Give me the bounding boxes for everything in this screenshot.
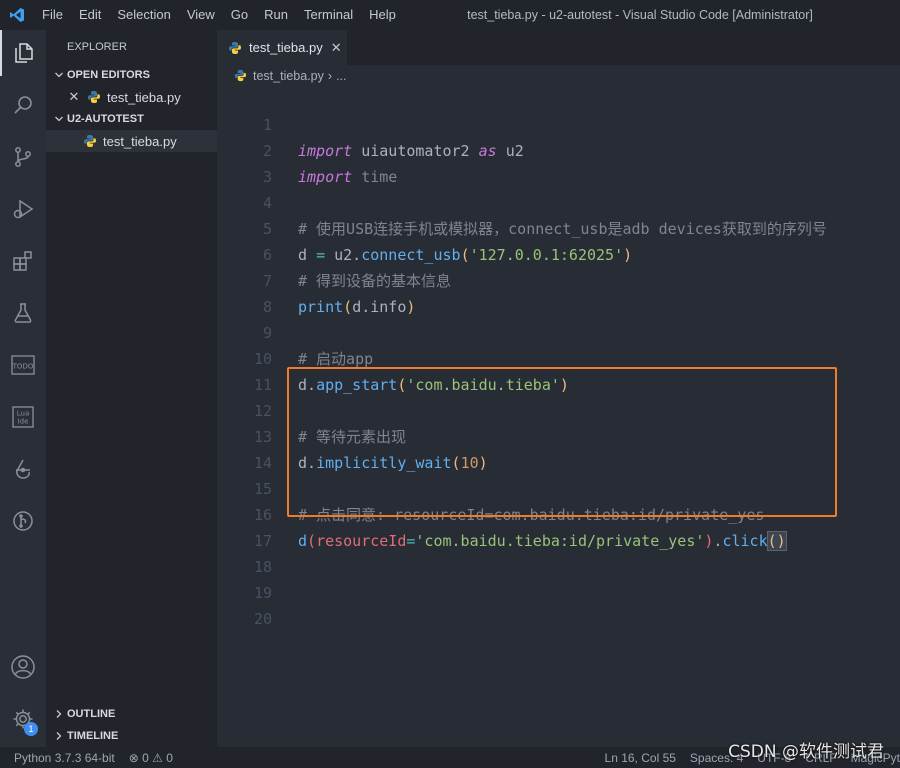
code-line: 6 # 得到设备的基本信息: [217, 216, 900, 290]
code-line: 14: [217, 424, 900, 472]
code-line: 8: [217, 268, 900, 316]
activity-bar: TODO Lua Ide 1: [0, 30, 46, 747]
warning-count: 0: [166, 750, 173, 765]
tab-close-icon[interactable]: ✕: [331, 40, 342, 56]
open-editor-item[interactable]: ✕ test_tieba.py: [46, 86, 217, 108]
python-file-icon: [233, 69, 247, 83]
code-line: 12 # 等待元素出现: [217, 372, 900, 446]
breadcrumb-separator-icon: ›: [327, 68, 333, 83]
svg-text:Ide: Ide: [18, 418, 29, 426]
code-line: 16 d(resourceId='com.baidu.tieba:id/priv…: [217, 476, 900, 551]
outline-label: OUTLINE: [67, 708, 116, 720]
explorer-icon[interactable]: [0, 30, 46, 76]
extensions-icon[interactable]: [0, 238, 46, 284]
menu-selection[interactable]: Selection: [109, 0, 178, 30]
tab-bar: test_tieba.py ✕: [217, 30, 900, 65]
outline-header[interactable]: OUTLINE: [46, 703, 217, 725]
sidebar-title: EXPLORER: [67, 41, 127, 53]
warning-icon: ⚠: [152, 750, 163, 765]
menu-file[interactable]: File: [34, 0, 71, 30]
code-line: 3: [217, 138, 900, 186]
code-editor[interactable]: test_tieba.py › ... 1 import uiautomator…: [217, 65, 900, 747]
breadcrumb: test_tieba.py › ...: [217, 65, 900, 86]
line-number: 20: [253, 610, 272, 628]
menu-bar: File Edit Selection View Go Run Terminal…: [34, 0, 404, 30]
menu-go[interactable]: Go: [223, 0, 256, 30]
code-line: 10 d.app_start('com.baidu.tieba'): [217, 320, 900, 394]
gitlens-icon[interactable]: [0, 498, 46, 544]
open-editors-label: OPEN EDITORS: [67, 69, 150, 81]
code-line: 9 # 启动app: [217, 294, 900, 368]
code-line: 13 d.implicitly_wait(10): [217, 398, 900, 472]
settings-badge: 1: [24, 722, 38, 736]
open-editors-header[interactable]: OPEN EDITORS: [46, 64, 217, 86]
error-icon: ⊗: [128, 750, 139, 765]
menu-terminal[interactable]: Terminal: [296, 0, 361, 30]
tab-test-tieba[interactable]: test_tieba.py ✕: [217, 30, 347, 65]
project-file-item[interactable]: test_tieba.py: [46, 130, 217, 152]
watermark: CSDN @软件测试君: [728, 742, 884, 762]
chevron-down-icon: [52, 114, 66, 124]
close-icon[interactable]: ✕: [66, 89, 82, 105]
todo-icon[interactable]: TODO: [0, 342, 46, 388]
svg-text:Lua: Lua: [17, 410, 30, 418]
breadcrumb-rest[interactable]: ...: [336, 69, 346, 83]
git-graph-icon[interactable]: [0, 446, 46, 492]
title-bar: File Edit Selection View Go Run Terminal…: [0, 0, 900, 30]
code-line: 15 # 点击同意: resourceId=com.baidu.tieba:id…: [217, 450, 900, 524]
error-count: 0: [142, 750, 149, 765]
menu-help[interactable]: Help: [361, 0, 404, 30]
python-file-icon: [86, 89, 102, 105]
menu-run[interactable]: Run: [256, 0, 296, 30]
explorer-sidebar: EXPLORER OPEN EDITORS ✕ test_tieba.py U2…: [46, 30, 217, 703]
problems-indicator[interactable]: ⊗ 0 ⚠ 0: [122, 751, 180, 765]
code-line: 1 import uiautomator2 as u2: [217, 86, 900, 160]
code-line: 11: [217, 346, 900, 394]
menu-edit[interactable]: Edit: [71, 0, 109, 30]
code-line: 7 print(d.info): [217, 242, 900, 316]
timeline-header[interactable]: TIMELINE: [46, 725, 217, 747]
cursor-position[interactable]: Ln 16, Col 55: [598, 751, 683, 765]
menu-view[interactable]: View: [179, 0, 223, 30]
chevron-right-icon: [52, 709, 66, 719]
sidebar-bottom-panels: OUTLINE TIMELINE: [46, 703, 217, 747]
project-filename: test_tieba.py: [103, 133, 177, 149]
chevron-right-icon: [52, 731, 66, 741]
vscode-logo-icon: [0, 0, 34, 30]
python-file-icon: [227, 40, 243, 56]
breadcrumb-file[interactable]: test_tieba.py: [253, 69, 324, 83]
testing-icon[interactable]: [0, 290, 46, 336]
settings-gear-icon[interactable]: 1: [0, 696, 46, 742]
lua-ide-icon[interactable]: Lua Ide: [0, 394, 46, 440]
open-editor-filename: test_tieba.py: [107, 89, 181, 105]
project-folder-label: U2-AUTOTEST: [67, 113, 144, 125]
timeline-label: TIMELINE: [67, 730, 119, 742]
chevron-down-icon: [52, 70, 66, 80]
code-line: 18: [217, 528, 900, 576]
code-line: 2 import time: [217, 112, 900, 186]
python-file-icon: [82, 133, 98, 149]
svg-text:TODO: TODO: [12, 363, 34, 371]
code-line: 19: [217, 554, 900, 602]
search-icon[interactable]: [0, 82, 46, 128]
run-debug-icon[interactable]: [0, 186, 46, 232]
code-line: 5 d = u2.connect_usb('127.0.0.1:62025'): [217, 190, 900, 264]
code-line: 17: [217, 502, 900, 550]
project-folder-header[interactable]: U2-AUTOTEST: [46, 108, 217, 130]
account-icon[interactable]: [0, 644, 46, 690]
code-line: 20: [217, 580, 900, 628]
code-line: 4 # 使用USB连接手机或模拟器，connect_usb是adb device…: [217, 164, 900, 238]
python-interpreter[interactable]: Python 3.7.3 64-bit: [0, 751, 122, 765]
tab-label: test_tieba.py: [249, 40, 323, 55]
source-control-icon[interactable]: [0, 134, 46, 180]
